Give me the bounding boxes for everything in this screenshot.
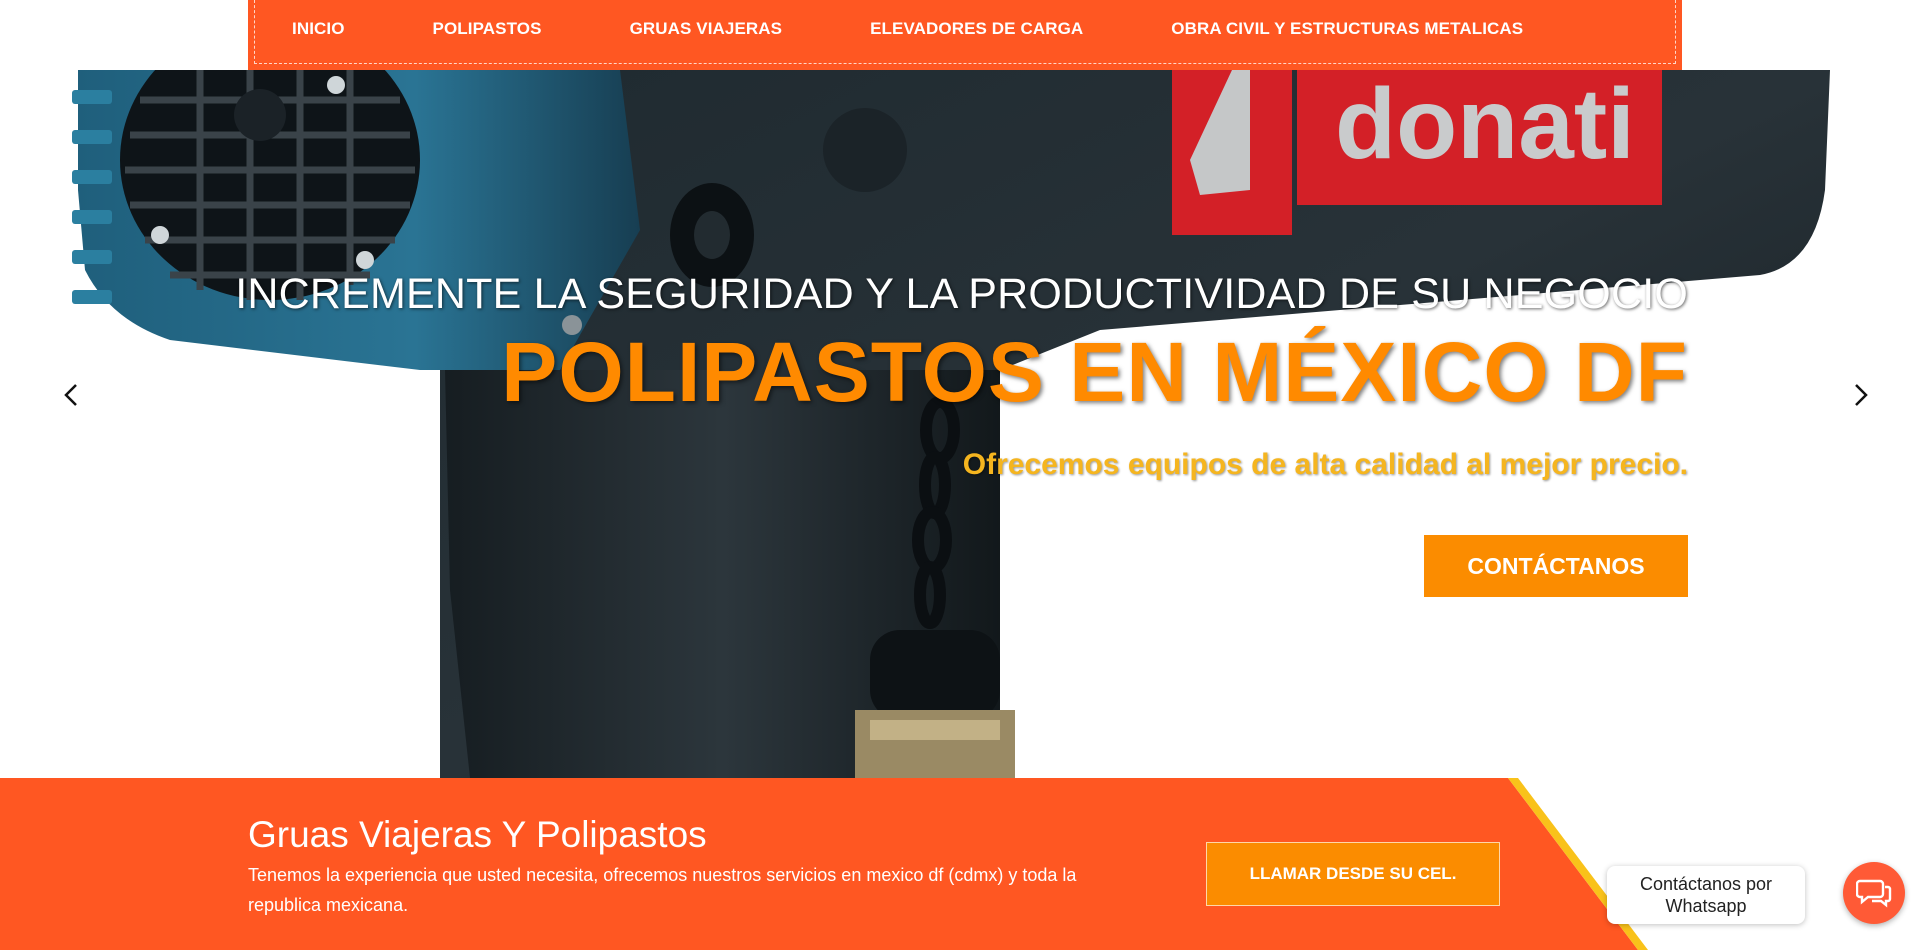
- whatsapp-bubble[interactable]: Contáctanos por Whatsapp: [1607, 866, 1805, 924]
- call-button[interactable]: LLAMAR DESDE SU CEL.: [1206, 842, 1500, 906]
- slider-prev-button[interactable]: [56, 380, 86, 410]
- main-nav: INICIO POLIPASTOS GRUAS VIAJERAS ELEVADO…: [248, 0, 1682, 70]
- nav-list: INICIO POLIPASTOS GRUAS VIAJERAS ELEVADO…: [248, 0, 1682, 58]
- contact-button[interactable]: CONTÁCTANOS: [1424, 535, 1688, 597]
- whatsapp-bubble-text: Contáctanos por Whatsapp: [1639, 874, 1773, 916]
- hero-hoist-image: donati: [72, 70, 1830, 778]
- hero-subtitle: Ofrecemos equipos de alta calidad al mej…: [962, 448, 1688, 481]
- nav-item-inicio[interactable]: INICIO: [292, 19, 345, 39]
- chat-icon: [1856, 879, 1892, 908]
- nav-item-obra-civil[interactable]: OBRA CIVIL Y ESTRUCTURAS METALICAS: [1171, 19, 1523, 39]
- whatsapp-chat-button[interactable]: [1843, 862, 1905, 924]
- banner-description: Tenemos la experiencia que usted necesit…: [248, 865, 1077, 915]
- hero-title: POLIPASTOS EN MÉXICO DF: [501, 325, 1688, 419]
- banner-title: Gruas Viajeras Y Polipastos: [248, 814, 707, 855]
- hero-kicker: INCREMENTE LA SEGURIDAD Y LA PRODUCTIVID…: [235, 270, 1688, 318]
- slider-next-button[interactable]: [1846, 380, 1876, 410]
- cta-banner: Gruas Viajeras Y Polipastos Tenemos la e…: [0, 778, 1920, 950]
- nav-item-gruas-viajeras[interactable]: GRUAS VIAJERAS: [630, 19, 783, 39]
- nav-item-polipastos[interactable]: POLIPASTOS: [433, 19, 542, 39]
- chevron-left-icon: [64, 384, 77, 406]
- nav-item-elevadores-de-carga[interactable]: ELEVADORES DE CARGA: [870, 19, 1083, 39]
- donati-logo-text: donati: [1335, 70, 1635, 180]
- hero-slider: donati INCREMENTE LA SEGURIDAD Y LA PROD…: [0, 70, 1920, 778]
- chevron-right-icon: [1855, 384, 1868, 406]
